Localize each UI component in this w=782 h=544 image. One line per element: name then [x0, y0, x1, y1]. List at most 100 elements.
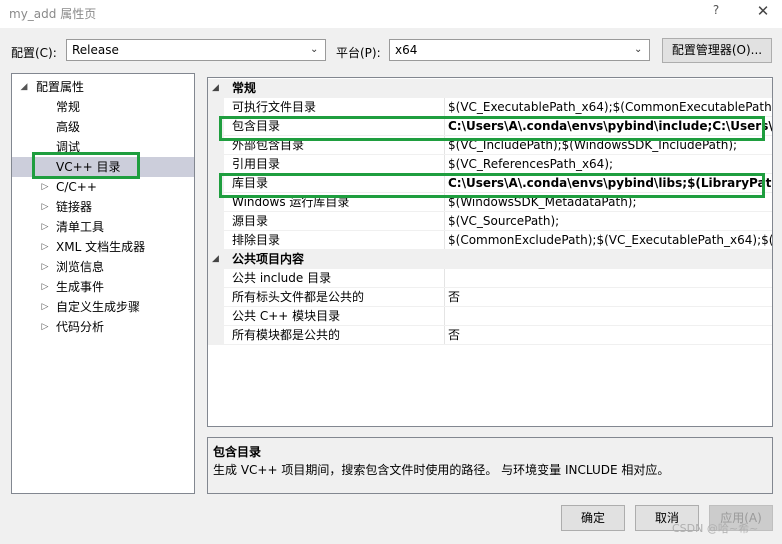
- expand-triangle-icon[interactable]: ▷: [38, 177, 52, 197]
- grid-gutter: [208, 288, 224, 307]
- grid-row[interactable]: 公共 C++ 模块目录: [208, 307, 772, 326]
- tree-item-label: 常规: [56, 100, 81, 114]
- grid-row[interactable]: 包含目录 C:\Users\A\.conda\envs\pybind\includ…: [208, 117, 772, 136]
- grid-column-separator: [444, 155, 445, 174]
- grid-category[interactable]: ◢ 常规: [208, 79, 772, 98]
- platform-dropdown[interactable]: x64 ⌄: [389, 39, 650, 61]
- grid-row-value[interactable]: $(CommonExcludePath);$(VC_ExecutablePath…: [448, 231, 772, 250]
- tree-item-label: 链接器: [56, 200, 93, 214]
- grid-column-separator: [444, 136, 445, 155]
- grid-gutter: [208, 193, 224, 212]
- grid-row-name: 引用目录: [232, 157, 281, 171]
- expand-triangle-icon[interactable]: ▷: [38, 237, 52, 257]
- tree-item[interactable]: ▷ 浏览信息: [12, 257, 194, 277]
- grid-category-title: 常规: [232, 81, 257, 95]
- grid-row-name: 所有标头文件都是公共的: [232, 290, 365, 304]
- grid-gutter: [208, 212, 224, 231]
- tree-item[interactable]: ▷ C/C++: [12, 177, 194, 197]
- grid-row-name: 公共 include 目录: [232, 271, 332, 285]
- expand-triangle-icon[interactable]: ▷: [38, 257, 52, 277]
- grid-row-value[interactable]: C:\Users\A\.conda\envs\pybind\libs;$(Lib…: [448, 174, 772, 193]
- ok-button[interactable]: 确定: [561, 505, 625, 531]
- grid-column-separator: [444, 98, 445, 117]
- grid-row-value[interactable]: $(VC_IncludePath);$(WindowsSDK_IncludePa…: [448, 136, 772, 155]
- grid-row[interactable]: 公共 include 目录: [208, 269, 772, 288]
- grid-row-value[interactable]: 否: [448, 288, 772, 307]
- grid-row-value[interactable]: 否: [448, 326, 772, 345]
- collapse-triangle-icon[interactable]: ◢: [212, 79, 219, 98]
- grid-row[interactable]: Windows 运行库目录 $(WindowsSDK_MetadataPath);: [208, 193, 772, 212]
- description-panel: 包含目录 生成 VC++ 项目期间，搜索包含文件时使用的路径。 与环境变量 IN…: [207, 437, 773, 494]
- property-tree[interactable]: ◢ 配置属性 常规 高级 调试 VC++ 目录 ▷ C/C++ ▷ 链接器 ▷ 清单工具 ▷ XML …: [11, 73, 195, 494]
- expand-triangle-icon[interactable]: ▷: [38, 197, 52, 217]
- expand-triangle-icon[interactable]: ▷: [38, 297, 52, 317]
- grid-row-name: 包含目录: [232, 119, 281, 133]
- collapse-triangle-icon[interactable]: ◢: [17, 77, 31, 97]
- grid-column-separator: [444, 193, 445, 212]
- config-value: Release: [72, 43, 119, 57]
- grid-gutter: [208, 98, 224, 117]
- chevron-down-icon: ⌄: [310, 44, 319, 55]
- tree-item-label: C/C++: [56, 180, 97, 194]
- grid-row[interactable]: 库目录 C:\Users\A\.conda\envs\pybind\libs;$(…: [208, 174, 772, 193]
- tree-item[interactable]: ▷ 清单工具: [12, 217, 194, 237]
- expand-triangle-icon[interactable]: ▷: [38, 317, 52, 337]
- grid-row-value[interactable]: $(VC_ExecutablePath_x64);$(CommonExecuta…: [448, 98, 772, 117]
- grid-row-value[interactable]: $(WindowsSDK_MetadataPath);: [448, 193, 772, 212]
- tree-item-label: XML 文档生成器: [56, 240, 146, 254]
- watermark: CSDN @哈~希~: [672, 522, 759, 535]
- grid-category-title: 公共项目内容: [232, 252, 305, 266]
- tree-item[interactable]: 高级: [12, 117, 194, 137]
- help-button[interactable]: ?: [706, 3, 726, 21]
- grid-category[interactable]: ◢ 公共项目内容: [208, 250, 772, 269]
- grid-column-separator: [444, 269, 445, 288]
- tree-item[interactable]: VC++ 目录: [12, 157, 194, 177]
- tree-item[interactable]: ▷ 链接器: [12, 197, 194, 217]
- grid-row[interactable]: 排除目录 $(CommonExcludePath);$(VC_Executable…: [208, 231, 772, 250]
- config-manager-button[interactable]: 配置管理器(O)...: [662, 38, 772, 63]
- grid-gutter: [208, 136, 224, 155]
- grid-gutter: [208, 307, 224, 326]
- tree-item[interactable]: 常规: [12, 97, 194, 117]
- title-bar: [0, 0, 782, 28]
- grid-row-name: 排除目录: [232, 233, 281, 247]
- grid-row[interactable]: 所有标头文件都是公共的 否: [208, 288, 772, 307]
- grid-row[interactable]: 可执行文件目录 $(VC_ExecutablePath_x64);$(Common…: [208, 98, 772, 117]
- tree-item[interactable]: ▷ 代码分析: [12, 317, 194, 337]
- grid-row-value[interactable]: $(VC_ReferencesPath_x64);: [448, 155, 772, 174]
- grid-gutter: [208, 269, 224, 288]
- collapse-triangle-icon[interactable]: ◢: [212, 250, 219, 269]
- window-title: my_add 属性页: [9, 7, 97, 21]
- tree-item[interactable]: 调试: [12, 137, 194, 157]
- property-grid[interactable]: ◢ 常规可执行文件目录 $(VC_ExecutablePath_x64);$(Com…: [207, 77, 773, 427]
- grid-row-value[interactable]: C:\Users\A\.conda\envs\pybind\include;C:…: [448, 117, 772, 136]
- grid-row[interactable]: 外部包含目录 $(VC_IncludePath);$(WindowsSDK_Inc…: [208, 136, 772, 155]
- expand-triangle-icon[interactable]: ▷: [38, 277, 52, 297]
- tree-item-label: 浏览信息: [56, 260, 105, 274]
- tree-item-label: 代码分析: [56, 320, 105, 334]
- tree-item-label: VC++ 目录: [56, 160, 121, 174]
- grid-row-value[interactable]: $(VC_SourcePath);: [448, 212, 772, 231]
- expand-triangle-icon[interactable]: ▷: [38, 217, 52, 237]
- grid-row[interactable]: 源目录 $(VC_SourcePath);: [208, 212, 772, 231]
- grid-row-name: 外部包含目录: [232, 138, 305, 152]
- grid-row[interactable]: 引用目录 $(VC_ReferencesPath_x64);: [208, 155, 772, 174]
- grid-column-separator: [444, 231, 445, 250]
- grid-gutter: [208, 326, 224, 345]
- grid-gutter: [208, 174, 224, 193]
- grid-gutter: [208, 155, 224, 174]
- tree-item[interactable]: ▷ XML 文档生成器: [12, 237, 194, 257]
- tree-root-label: 配置属性: [36, 80, 85, 94]
- tree-item[interactable]: ▷ 自定义生成步骤: [12, 297, 194, 317]
- grid-row-name: 库目录: [232, 176, 269, 190]
- chevron-down-icon: ⌄: [634, 44, 643, 55]
- config-dropdown[interactable]: Release ⌄: [66, 39, 326, 61]
- description-title: 包含目录: [213, 445, 262, 459]
- tree-root[interactable]: ◢ 配置属性: [12, 77, 194, 97]
- close-button[interactable]: ✕: [752, 2, 774, 22]
- tree-item[interactable]: ▷ 生成事件: [12, 277, 194, 297]
- grid-row[interactable]: 所有模块都是公共的 否: [208, 326, 772, 345]
- grid-row-name: 源目录: [232, 214, 269, 228]
- grid-column-separator: [444, 288, 445, 307]
- grid-column-separator: [444, 326, 445, 345]
